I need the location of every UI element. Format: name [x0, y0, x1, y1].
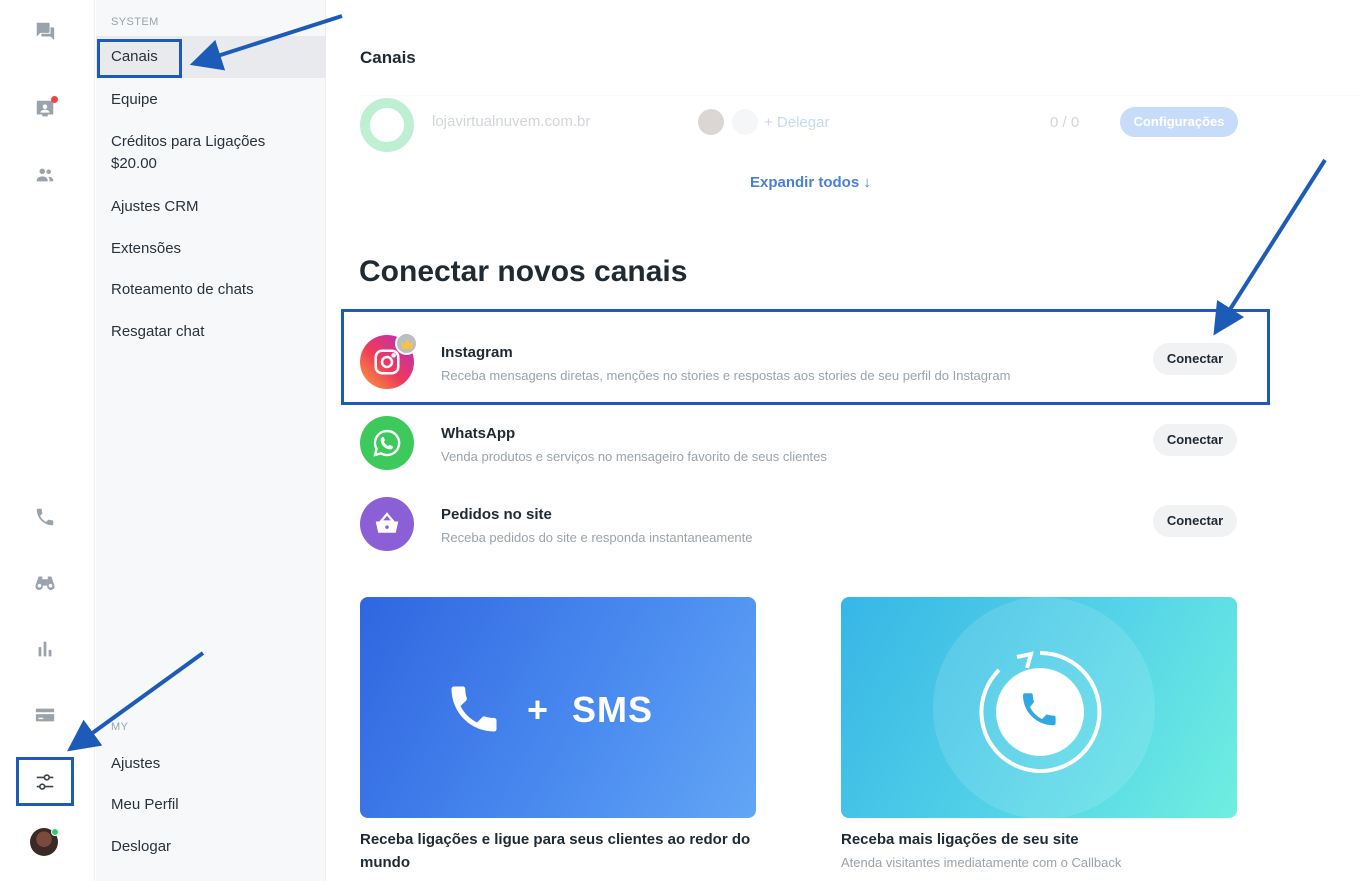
agent-avatar-placeholder [732, 109, 758, 135]
existing-channel-row[interactable]: lojavirtualnuvem.com.br + Delegar 0 / 0 … [360, 95, 1360, 152]
phone-icon[interactable] [30, 502, 60, 532]
chat-bubbles-icon[interactable] [30, 16, 60, 46]
connect-item-description: Receba pedidos do site e responda instan… [441, 530, 753, 545]
conectar-instagram-button[interactable]: Conectar [1153, 343, 1237, 375]
promo-caption-sms: Receba ligações e ligue para seus client… [360, 831, 751, 871]
my-section-label: MY [111, 721, 129, 733]
sidebar-item-resgatar-chat[interactable]: Resgatar chat [96, 321, 326, 343]
icon-rail [0, 0, 95, 881]
sidebar-item-creditos[interactable]: Créditos para Ligações $20.00 [96, 131, 326, 175]
connect-item-title: Instagram [441, 344, 513, 361]
credit-card-icon[interactable] [30, 700, 60, 730]
promo-subcaption-callback: Atenda visitantes imediatamente com o Ca… [841, 855, 1122, 870]
connect-item-whatsapp: WhatsApp Venda produtos e serviços no me… [360, 416, 1240, 476]
conectar-pedidos-button[interactable]: Conectar [1153, 505, 1237, 537]
channel-name: lojavirtualnuvem.com.br [432, 113, 591, 130]
channel-count: 0 / 0 [1050, 114, 1080, 131]
conectar-whatsapp-button[interactable]: Conectar [1153, 424, 1237, 456]
binoculars-icon[interactable] [30, 567, 60, 597]
sidebar-item-label: Créditos para Ligações [111, 133, 266, 150]
sliders-icon[interactable] [30, 767, 60, 797]
sidebar-item-extensoes[interactable]: Extensões [96, 238, 326, 260]
sidebar-item-deslogar[interactable]: Deslogar [96, 836, 326, 858]
credit-balance: $20.00 [111, 155, 157, 172]
crown-icon [395, 332, 418, 355]
sidebar-item-meu-perfil[interactable]: Meu Perfil [96, 794, 326, 816]
settings-sidebar: SYSTEM Canais Equipe Créditos para Ligaç… [96, 0, 326, 881]
user-avatar[interactable] [30, 828, 59, 856]
app-window: SYSTEM Canais Equipe Créditos para Ligaç… [0, 0, 1361, 881]
callback-icon [979, 650, 1102, 773]
people-icon[interactable] [30, 160, 60, 190]
delegate-link[interactable]: + Delegar [764, 114, 829, 131]
whatsapp-icon [360, 416, 414, 470]
sms-banner-text: + SMS [527, 689, 654, 730]
promo-card-callback[interactable] [841, 597, 1237, 818]
expand-all-link[interactable]: Expandir todos ↓ [750, 174, 871, 191]
sidebar-item-roteamento[interactable]: Roteamento de chats [96, 279, 326, 301]
connect-item-description: Venda produtos e serviços no mensageiro … [441, 449, 827, 464]
promo-caption-callback: Receba mais ligações de seu site [841, 831, 1079, 848]
visitor-card-icon[interactable] [30, 94, 60, 124]
connect-item-pedidos: Pedidos no site Receba pedidos do site e… [360, 497, 1240, 557]
bar-chart-icon[interactable] [30, 634, 60, 664]
main-content: Canais lojavirtualnuvem.com.br + Delegar… [327, 0, 1361, 881]
promo-card-sms[interactable]: + SMS [360, 597, 756, 818]
sidebar-item-ajustes-crm[interactable]: Ajustes CRM [96, 196, 326, 218]
sidebar-item-equipe[interactable]: Equipe [96, 89, 326, 111]
shopping-basket-icon [360, 497, 414, 551]
phone-icon [451, 686, 497, 732]
connect-item-title: Pedidos no site [441, 506, 552, 523]
connect-item-description: Receba mensagens diretas, menções no sto… [441, 368, 1011, 383]
online-status-dot [51, 828, 59, 836]
connect-item-title: WhatsApp [441, 425, 516, 442]
page-title: Canais [360, 48, 416, 67]
notification-dot [51, 96, 58, 103]
sidebar-item-ajustes[interactable]: Ajustes [96, 753, 326, 775]
sidebar-item-canais[interactable]: Canais [96, 36, 326, 78]
system-section-label: SYSTEM [111, 16, 159, 28]
agent-avatar [698, 109, 724, 135]
connect-item-instagram: Instagram Receba mensagens diretas, menç… [360, 332, 1240, 395]
configuracoes-button[interactable]: Configurações [1120, 107, 1238, 137]
channel-logo [360, 98, 414, 152]
connect-section-title: Conectar novos canais [359, 255, 688, 288]
